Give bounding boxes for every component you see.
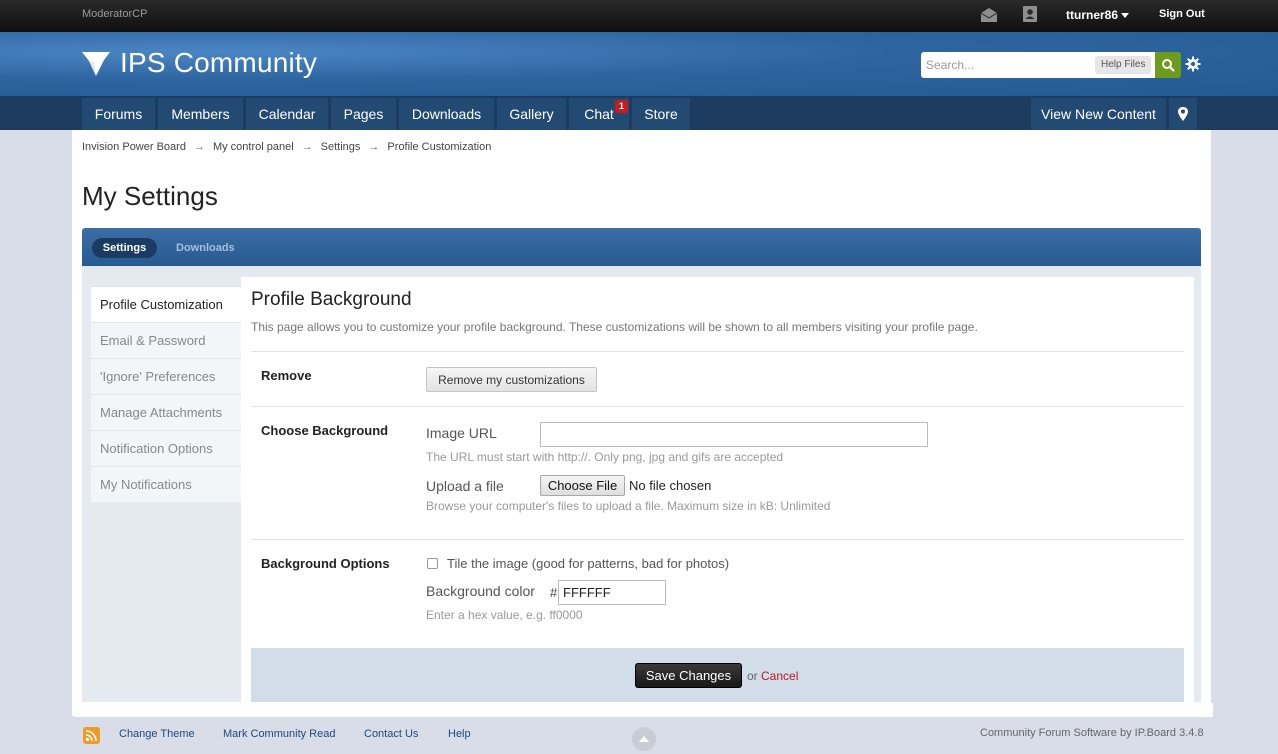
background-color-label: Background color xyxy=(426,583,535,599)
sidebar-item-my-notifications[interactable]: My Notifications xyxy=(91,466,241,502)
change-theme-link[interactable]: Change Theme xyxy=(119,728,195,740)
nav-gallery[interactable]: Gallery xyxy=(497,98,566,130)
upload-hint: Browse your computer's files to upload a… xyxy=(426,499,831,513)
nav-forums[interactable]: Forums xyxy=(82,98,155,130)
view-new-content-button[interactable]: View New Content xyxy=(1031,98,1166,130)
remove-customizations-button[interactable]: Remove my customizations xyxy=(426,367,597,392)
sidebar-item-profile-customization[interactable]: Profile Customization xyxy=(91,286,241,322)
hash-prefix: # xyxy=(550,585,558,600)
mark-community-read-link[interactable]: Mark Community Read xyxy=(223,728,335,740)
or-text: or xyxy=(747,669,758,683)
remove-label: Remove xyxy=(261,368,312,383)
breadcrumb-item[interactable]: Invision Power Board xyxy=(82,141,186,153)
tile-image-checkbox[interactable] xyxy=(427,558,438,569)
sign-out-link[interactable]: Sign Out xyxy=(1159,8,1205,20)
settings-tab-bar xyxy=(82,228,1201,266)
top-bar: ModeratorCP tturner86 Sign Out xyxy=(0,0,1278,32)
back-to-top-button[interactable] xyxy=(632,727,656,751)
help-link[interactable]: Help xyxy=(448,728,471,740)
breadcrumb-item[interactable]: Settings xyxy=(321,141,361,153)
panel-description: This page allows you to customize your p… xyxy=(251,320,978,334)
nav-store[interactable]: Store xyxy=(632,98,690,130)
tab-downloads[interactable]: Downloads xyxy=(176,242,235,254)
image-url-label: Image URL xyxy=(426,425,497,441)
background-color-hint: Enter a hex value, e.g. ff0000 xyxy=(426,608,583,622)
search-scope-help-files[interactable]: Help Files xyxy=(1095,56,1152,74)
nav-pages[interactable]: Pages xyxy=(331,98,396,130)
contact-us-link[interactable]: Contact Us xyxy=(364,728,418,740)
breadcrumb-item[interactable]: My control panel xyxy=(213,141,294,153)
divider xyxy=(251,351,1184,352)
page-title: My Settings xyxy=(82,181,218,211)
image-url-hint: The URL must start with http://. Only pn… xyxy=(426,450,784,464)
divider xyxy=(251,406,1184,407)
sidebar-item-manage-attachments[interactable]: Manage Attachments xyxy=(91,394,241,430)
content-bottom-edge xyxy=(74,703,1213,717)
tile-image-label[interactable]: Tile the image (good for patterns, bad f… xyxy=(447,556,729,571)
site-logo-text[interactable]: IPS Community xyxy=(120,47,317,79)
chat-count-badge: 1 xyxy=(615,100,628,113)
nav-downloads[interactable]: Downloads xyxy=(399,98,494,130)
location-button[interactable] xyxy=(1169,98,1197,130)
mail-icon[interactable] xyxy=(980,6,998,24)
sidebar-item-ignore-preferences[interactable]: 'Ignore' Preferences xyxy=(91,358,241,394)
breadcrumb-separator: → xyxy=(301,141,313,153)
search-input[interactable] xyxy=(921,52,1091,78)
gear-icon[interactable] xyxy=(1185,56,1201,72)
cancel-link[interactable]: Cancel xyxy=(761,669,798,683)
chevron-down-icon[interactable] xyxy=(1121,13,1129,18)
choose-file-button[interactable]: Choose File xyxy=(540,475,625,496)
username-menu[interactable]: tturner86 xyxy=(1066,8,1118,22)
footer-copyright[interactable]: Community Forum Software by IP.Board 3.4… xyxy=(980,727,1204,739)
nav-calendar[interactable]: Calendar xyxy=(246,98,328,130)
site-header: IPS Community Help Files xyxy=(0,32,1278,96)
rss-icon[interactable] xyxy=(83,727,100,744)
contact-card-icon[interactable] xyxy=(1022,5,1038,23)
rss-glyph xyxy=(85,730,97,742)
image-url-input[interactable] xyxy=(540,422,928,447)
choose-background-label: Choose Background xyxy=(261,423,389,438)
tab-settings[interactable]: Settings xyxy=(92,238,157,258)
nav-members[interactable]: Members xyxy=(158,98,243,130)
breadcrumb-separator: → xyxy=(368,141,380,153)
breadcrumb-current[interactable]: Profile Customization xyxy=(387,141,491,153)
breadcrumb-separator: → xyxy=(193,141,205,153)
settings-panel xyxy=(241,277,1194,702)
background-options-label: Background Options xyxy=(261,556,390,571)
ips-logo-icon[interactable] xyxy=(82,50,110,78)
divider xyxy=(251,539,1184,540)
no-file-chosen-text: No file chosen xyxy=(629,478,712,493)
save-changes-button[interactable]: Save Changes xyxy=(635,663,742,688)
search-icon xyxy=(1162,59,1175,72)
breadcrumb: Invision Power Board → My control panel → Se… xyxy=(82,141,491,153)
moderator-cp-link[interactable]: ModeratorCP xyxy=(82,8,147,20)
sidebar-item-email-password[interactable]: Email & Password xyxy=(91,322,241,358)
panel-title: Profile Background xyxy=(251,289,412,310)
sidebar-item-notification-options[interactable]: Notification Options xyxy=(91,430,241,466)
upload-file-label: Upload a file xyxy=(426,478,504,494)
arrow-up-icon xyxy=(639,736,649,742)
background-color-input[interactable] xyxy=(558,580,666,605)
map-pin-icon xyxy=(1178,107,1188,121)
search-box: Help Files xyxy=(921,52,1155,78)
search-button[interactable] xyxy=(1155,52,1181,78)
